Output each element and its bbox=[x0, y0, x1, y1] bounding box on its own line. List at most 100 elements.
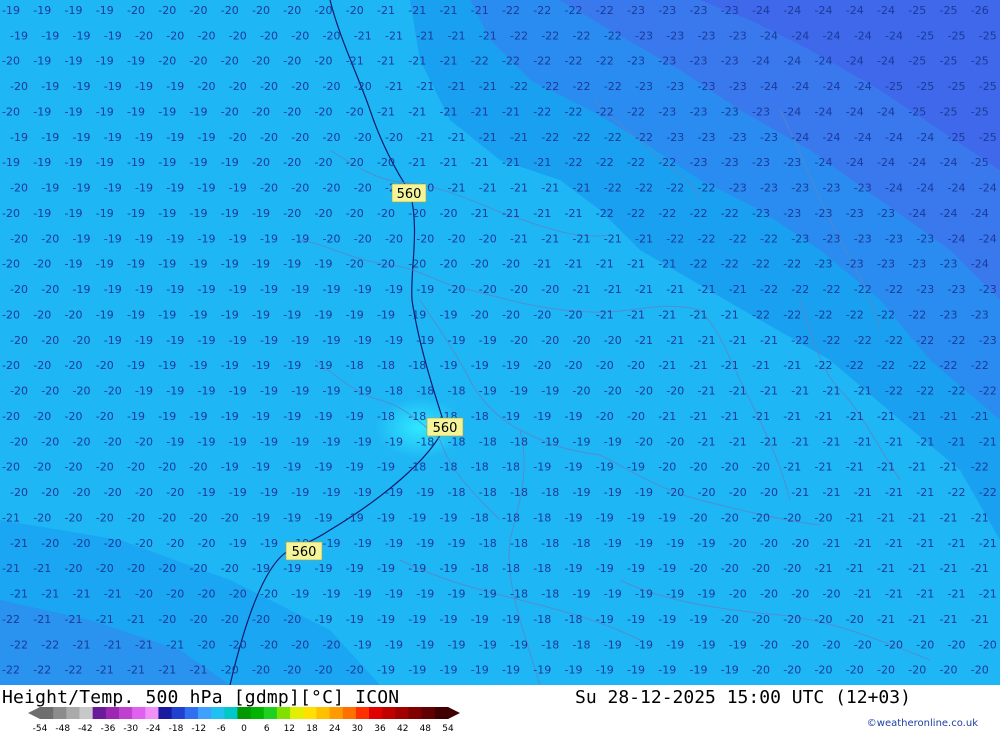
temperature-label: -20 bbox=[104, 486, 122, 499]
temperature-label: -21 bbox=[377, 55, 395, 68]
temperature-label: -21 bbox=[948, 588, 966, 601]
temperature-label: -19 bbox=[323, 334, 341, 347]
temperature-label: -19 bbox=[73, 283, 91, 296]
temperature-label: -18 bbox=[502, 562, 520, 575]
temperature-label: -21 bbox=[408, 106, 426, 119]
temperature-label: -20 bbox=[573, 334, 591, 347]
temperature-label: -23 bbox=[658, 106, 676, 119]
temperature-label: -24 bbox=[783, 106, 801, 119]
temperature-label: -22 bbox=[533, 55, 551, 68]
temperature-label: -21 bbox=[791, 385, 809, 398]
temperature-label: -19 bbox=[104, 80, 122, 93]
legend-swatch bbox=[79, 707, 94, 719]
temperature-label: -21 bbox=[885, 486, 903, 499]
temperature-label: -19 bbox=[323, 385, 341, 398]
temperature-label: -24 bbox=[823, 131, 841, 144]
temperature-label: -21 bbox=[635, 283, 653, 296]
temperature-label: -20 bbox=[2, 207, 20, 220]
temperature-label: -21 bbox=[502, 207, 520, 220]
temperature-label: -21 bbox=[885, 588, 903, 601]
temperature-label: -20 bbox=[283, 106, 301, 119]
temperature-label: -23 bbox=[690, 156, 708, 169]
temperature-label: -20 bbox=[135, 29, 153, 42]
temperature-label: -18 bbox=[510, 486, 528, 499]
temperature-label: -19 bbox=[291, 283, 309, 296]
temperature-label: -20 bbox=[2, 308, 20, 321]
temperature-label: -19 bbox=[315, 258, 333, 271]
temperature-label: -21 bbox=[377, 106, 395, 119]
temperature-label: -21 bbox=[533, 156, 551, 169]
temperature-label: -19 bbox=[698, 638, 716, 651]
temperature-label: -21 bbox=[440, 4, 458, 17]
temperature-label: -22 bbox=[596, 106, 614, 119]
temperature-label: -19 bbox=[604, 486, 622, 499]
temperature-label: -21 bbox=[940, 562, 958, 575]
temperature-label: -21 bbox=[510, 131, 528, 144]
temperature-label: -19 bbox=[41, 80, 59, 93]
temperature-label: -20 bbox=[315, 106, 333, 119]
temperature-label: -25 bbox=[885, 80, 903, 93]
legend-swatch bbox=[421, 707, 436, 719]
temperature-label: -23 bbox=[854, 182, 872, 195]
temperature-label: -19 bbox=[323, 486, 341, 499]
temperature-label: -21 bbox=[979, 588, 997, 601]
temperature-label: -20 bbox=[721, 461, 739, 474]
legend-swatch bbox=[395, 707, 410, 719]
temperature-label: -22 bbox=[877, 359, 895, 372]
temperature-label: -20 bbox=[73, 385, 91, 398]
temperature-label: -19 bbox=[502, 410, 520, 423]
temperature-label: -24 bbox=[854, 80, 872, 93]
temperature-label: -18 bbox=[533, 562, 551, 575]
temperature-label: -19 bbox=[698, 537, 716, 550]
temperature-label: -21 bbox=[721, 308, 739, 321]
temperature-label: -19 bbox=[690, 613, 708, 626]
legend-swatch bbox=[158, 707, 173, 719]
temperature-label: -21 bbox=[729, 334, 747, 347]
temperature-label: -20 bbox=[190, 613, 208, 626]
temperature-label: -21 bbox=[479, 131, 497, 144]
temperature-label: -18 bbox=[471, 562, 489, 575]
temperature-label: -21 bbox=[940, 461, 958, 474]
temperature-label: -25 bbox=[908, 4, 926, 17]
temperature-label: -21 bbox=[408, 55, 426, 68]
temperature-label: -20 bbox=[815, 613, 833, 626]
temperature-label: -22 bbox=[658, 207, 676, 220]
credit-link[interactable]: ©weatheronline.co.uk bbox=[867, 718, 978, 729]
temperature-label: -23 bbox=[698, 29, 716, 42]
weather-map: -19 -19 -19 -19 -20 -20 -20 -20 -20 -20 -20 -20 -21-… bbox=[0, 0, 1000, 685]
temperature-label: -20 bbox=[791, 638, 809, 651]
temperature-label: -19 bbox=[596, 562, 614, 575]
temperature-label: -20 bbox=[729, 588, 747, 601]
temperature-label: -20 bbox=[283, 156, 301, 169]
temperature-label: -21 bbox=[885, 537, 903, 550]
temperature-label: -22 bbox=[627, 156, 645, 169]
temperature-label: -22 bbox=[908, 359, 926, 372]
temperature-label: -20 bbox=[33, 410, 51, 423]
temperature-label: -21 bbox=[627, 308, 645, 321]
temperature-label: -20 bbox=[33, 359, 51, 372]
temperature-label: -19 bbox=[33, 207, 51, 220]
temperature-label: -22 bbox=[721, 207, 739, 220]
temperature-label: -23 bbox=[877, 258, 895, 271]
temperature-label: -21 bbox=[729, 283, 747, 296]
temperature-label: -22 bbox=[885, 283, 903, 296]
temperature-label: -24 bbox=[877, 106, 895, 119]
temperature-label: -19 bbox=[596, 613, 614, 626]
temperature-label: -24 bbox=[948, 232, 966, 245]
temperature-label: -23 bbox=[721, 156, 739, 169]
temperature-label: -19 bbox=[440, 613, 458, 626]
temperature-label: -22 bbox=[565, 106, 583, 119]
temperature-label: -22 bbox=[760, 283, 778, 296]
temperature-label: -21 bbox=[408, 4, 426, 17]
temperature-label: -21 bbox=[885, 435, 903, 448]
temperature-label: -21 bbox=[908, 410, 926, 423]
temperature-label: -20 bbox=[783, 562, 801, 575]
temperature-label: -21 bbox=[846, 461, 864, 474]
temperature-label: -20 bbox=[10, 385, 28, 398]
legend-swatch bbox=[408, 707, 423, 719]
temperature-label: -20 bbox=[252, 156, 270, 169]
temperature-label: -19 bbox=[73, 232, 91, 245]
temperature-label: -20 bbox=[283, 664, 301, 677]
temperature-label: -20 bbox=[823, 638, 841, 651]
temperature-label: -22 bbox=[940, 359, 958, 372]
